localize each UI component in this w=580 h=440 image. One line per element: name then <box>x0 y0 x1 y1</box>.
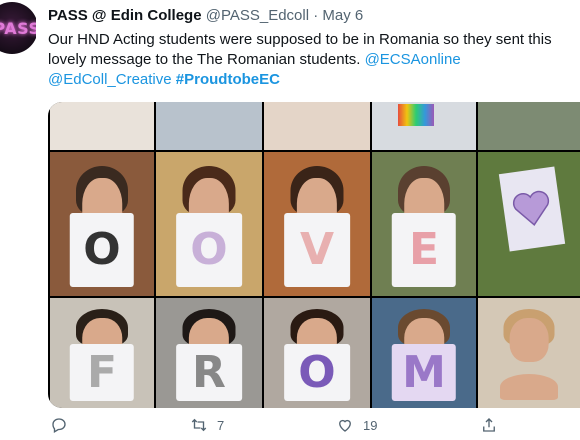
reply-icon <box>52 418 66 433</box>
letter-sign: O <box>176 212 242 288</box>
mention-edcoll-creative[interactable]: @EdColl_Creative <box>48 71 172 88</box>
tweet-date[interactable]: May 6 <box>322 7 363 24</box>
heart-sign <box>498 166 566 252</box>
letter-sign: O <box>284 344 350 402</box>
like-count: 19 <box>363 417 378 433</box>
collage-tile <box>478 298 580 408</box>
collage-tile <box>372 102 476 150</box>
user-handle[interactable]: @PASS_Edcoll <box>206 7 309 24</box>
share-button[interactable] <box>480 416 498 434</box>
retweet-button[interactable]: 7 <box>190 416 224 434</box>
tweet-header: PASS @ Edin College @PASS_Edcoll · May 6 <box>48 6 580 26</box>
tweet-media-collage[interactable]: O O V E F R O M <box>48 102 580 408</box>
collage-tile: O <box>50 152 154 296</box>
avatar[interactable]: PASS <box>0 2 36 60</box>
collage-tile <box>50 102 154 150</box>
letter-sign: E <box>391 212 457 288</box>
retweet-icon <box>191 418 207 432</box>
collage-tile: O <box>156 152 262 296</box>
display-name[interactable]: PASS @ Edin College <box>48 7 202 24</box>
retweet-count: 7 <box>217 417 225 433</box>
collage-tile: V <box>264 152 370 296</box>
collage-tile <box>478 152 580 296</box>
collage-tile <box>156 102 262 150</box>
like-button[interactable]: 19 <box>336 416 377 434</box>
collage-tile <box>478 102 580 150</box>
collage-tile: M <box>372 298 476 408</box>
letter-sign: F <box>69 344 135 402</box>
tweet-text: Our HND Acting students were supposed to… <box>48 30 580 90</box>
separator-dot: · <box>313 7 319 24</box>
letter-sign: R <box>176 344 242 402</box>
letter-sign: M <box>391 344 457 402</box>
collage-tile: O <box>264 298 370 408</box>
tweet-text-main: Our HND Acting students were supposed to… <box>48 31 552 68</box>
avatar-image: PASS <box>0 2 36 54</box>
like-icon <box>339 419 351 432</box>
heart-drawing-icon <box>512 190 550 226</box>
collage-tile <box>264 102 370 150</box>
heart-hands <box>500 374 558 400</box>
tweet-content: PASS @ Edin College @PASS_Edcoll · May 6… <box>48 6 580 90</box>
mention-ecsaonline[interactable]: @ECSAonline <box>365 51 461 68</box>
tweet-actions: 7 19 <box>48 416 548 438</box>
avatar-logo-text: PASS <box>0 18 36 38</box>
share-icon <box>483 418 495 432</box>
reply-button[interactable] <box>50 416 68 434</box>
collage-tile: R <box>156 298 262 408</box>
rainbow-sign <box>398 104 434 126</box>
letter-sign: O <box>69 212 135 288</box>
collage-tile: E <box>372 152 476 296</box>
collage-tile: F <box>50 298 154 408</box>
letter-sign: V <box>284 212 350 288</box>
person-face <box>509 317 549 362</box>
hashtag-proudtobeec[interactable]: #ProudtobeEC <box>176 71 280 88</box>
